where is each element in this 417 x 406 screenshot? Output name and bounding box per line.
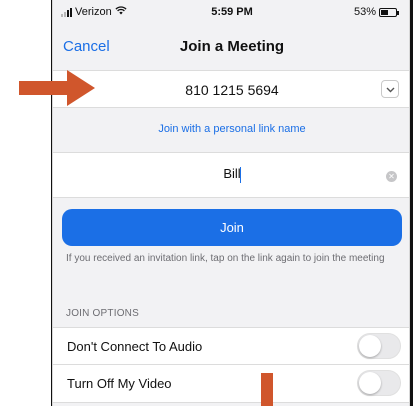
page-title: Join a Meeting bbox=[179, 38, 285, 55]
battery-icon bbox=[379, 7, 399, 17]
nav-bar: Cancel Join a Meeting bbox=[53, 28, 409, 64]
annotation-arrow-icon bbox=[19, 70, 95, 106]
battery-percent: 53% bbox=[353, 6, 376, 18]
meeting-id-input[interactable]: 810 1215 5694 bbox=[53, 82, 409, 98]
frame-border-right bbox=[410, 0, 413, 406]
option-label: Don't Connect To Audio bbox=[67, 339, 203, 354]
join-options-header: JOIN OPTIONS bbox=[66, 308, 139, 319]
video-toggle[interactable] bbox=[357, 370, 401, 396]
meeting-id-row[interactable]: 810 1215 5694 bbox=[53, 70, 409, 108]
battery-fill bbox=[381, 9, 389, 15]
audio-toggle[interactable] bbox=[357, 333, 401, 359]
annotation-marker bbox=[261, 373, 273, 406]
phone-screen: Verizon 5:59 PM 53% Cancel Join a Meetin… bbox=[52, 0, 410, 406]
toggle-knob bbox=[359, 372, 381, 394]
option-row-audio: Don't Connect To Audio bbox=[53, 327, 409, 365]
invitation-hint: If you received an invitation link, tap … bbox=[66, 253, 385, 264]
toggle-knob bbox=[359, 335, 381, 357]
clear-icon[interactable]: ✕ bbox=[386, 171, 397, 182]
join-button[interactable]: Join bbox=[62, 209, 402, 246]
name-row[interactable]: ✕ bbox=[53, 152, 409, 198]
option-label: Turn Off My Video bbox=[67, 376, 172, 391]
text-cursor bbox=[240, 167, 241, 183]
name-input[interactable] bbox=[53, 166, 409, 181]
option-row-video: Turn Off My Video bbox=[53, 365, 409, 403]
chevron-down-icon bbox=[386, 80, 395, 98]
status-right: 53% bbox=[353, 6, 399, 18]
personal-link-button[interactable]: Join with a personal link name bbox=[53, 123, 409, 135]
status-bar: Verizon 5:59 PM 53% bbox=[53, 0, 409, 24]
meeting-history-dropdown[interactable] bbox=[381, 80, 399, 98]
